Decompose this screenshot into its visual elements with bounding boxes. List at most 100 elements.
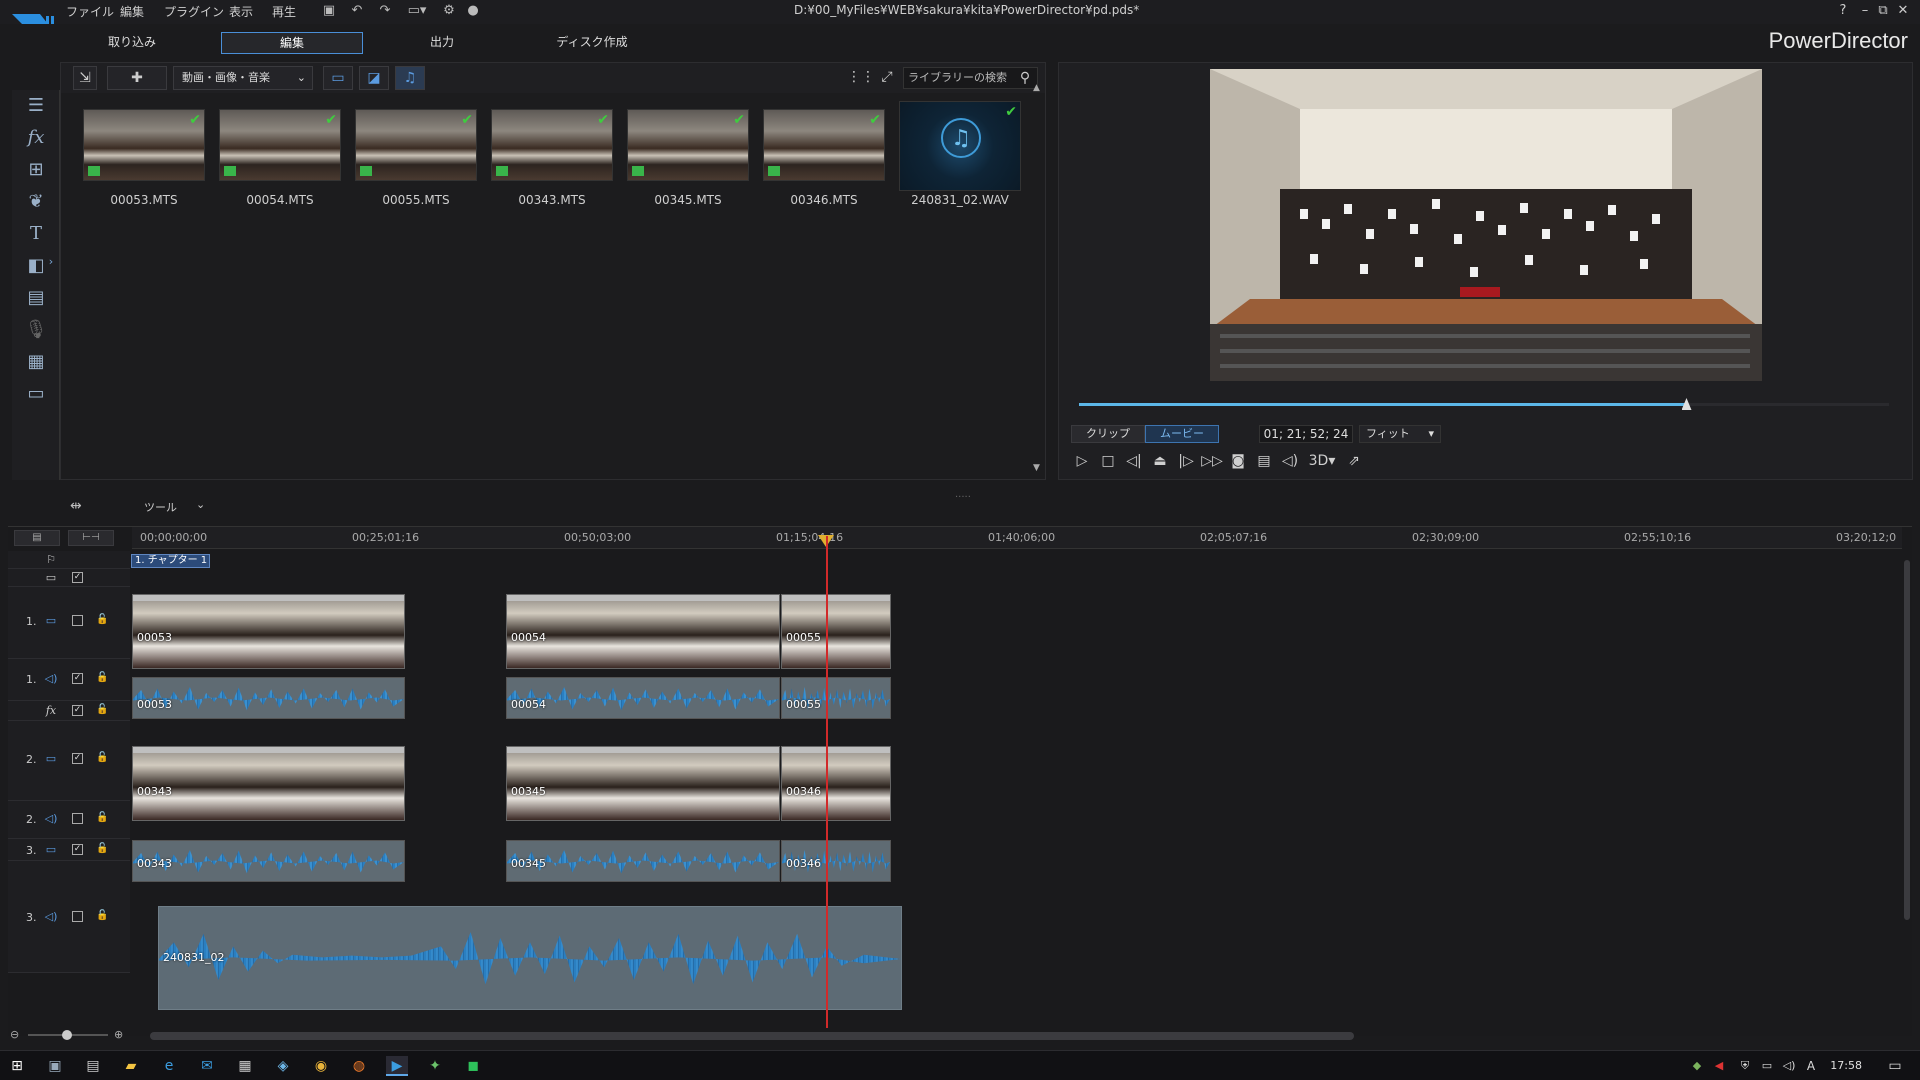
help-button[interactable]: ? xyxy=(1834,3,1852,19)
next-frame-icon[interactable]: |▷ xyxy=(1175,451,1197,471)
menu-edit[interactable]: 編集 xyxy=(120,3,144,20)
tab-create-disc[interactable]: ディスク作成 xyxy=(522,32,662,54)
library-item[interactable]: ✔ xyxy=(627,109,749,181)
preview-seek-bar[interactable] xyxy=(1079,398,1889,410)
chapter-room-icon[interactable]: ▦ xyxy=(22,350,50,374)
splitter-grip-icon[interactable]: ····· xyxy=(955,492,971,503)
chapter-marker[interactable]: 1. チャプター 1 xyxy=(131,554,210,568)
scroll-down-icon[interactable]: ▼ xyxy=(1033,463,1040,473)
save-icon[interactable]: ▣ xyxy=(320,3,338,19)
speaker-icon[interactable]: ◁) xyxy=(1778,1056,1800,1076)
track-enable-checkbox[interactable] xyxy=(72,911,83,922)
media-room-icon[interactable]: ☰ xyxy=(22,94,50,118)
undo-icon[interactable]: ↶ xyxy=(348,3,366,19)
app-icon[interactable]: ✦ xyxy=(424,1056,446,1076)
library-item[interactable]: ✔ xyxy=(763,109,885,181)
video-clip[interactable]: 00345 xyxy=(506,746,780,821)
video-clip[interactable]: 00055 xyxy=(781,594,891,669)
zoom-fit-select[interactable]: フィット ▾ xyxy=(1359,425,1441,443)
movie-mode-tab[interactable]: ムービー xyxy=(1145,425,1219,443)
aspect-ratio-icon[interactable]: ▭▾ xyxy=(404,3,430,19)
pip-objects-icon[interactable]: ⊞ xyxy=(22,158,50,182)
snapshot-camera-icon[interactable]: ◙ xyxy=(1227,451,1249,471)
edge-browser-icon[interactable]: e xyxy=(158,1056,180,1076)
clip-mode-tab[interactable]: クリップ xyxy=(1071,425,1145,443)
windows-start-icon[interactable]: ⊞ xyxy=(6,1056,28,1076)
audio-clip[interactable]: 00054 xyxy=(506,677,780,719)
effect-room-icon[interactable]: fx xyxy=(22,126,50,150)
split-icon[interactable]: ⏏ xyxy=(1149,451,1171,471)
lock-icon[interactable]: 🔓 xyxy=(96,812,108,824)
powerdirector-taskbar-icon[interactable]: ▶ xyxy=(386,1056,408,1076)
voice-over-icon[interactable]: 🎙 xyxy=(22,318,50,342)
audio-mixing-icon[interactable]: ▤ xyxy=(22,286,50,310)
network-icon[interactable]: ▭ xyxy=(1756,1056,1778,1076)
track-enable-checkbox[interactable]: ✓ xyxy=(72,673,83,684)
tab-capture[interactable]: 取り込み xyxy=(62,32,202,54)
audio-clip[interactable]: 00345 xyxy=(506,840,780,882)
tray-app-icon[interactable]: ◆ xyxy=(1686,1056,1708,1076)
plugin-icon[interactable]: ✚ xyxy=(107,66,167,90)
enlarge-library-icon[interactable]: ⤢ xyxy=(875,66,899,90)
undock-preview-icon[interactable]: ⇗ xyxy=(1343,451,1365,471)
line-app-icon[interactable]: ◼ xyxy=(462,1056,484,1076)
audio-clip[interactable]: 00053 xyxy=(132,677,405,719)
chrome-browser-icon[interactable]: ◉ xyxy=(310,1056,332,1076)
taskbar-clock[interactable]: 17:58 xyxy=(1830,1059,1862,1072)
video-clip[interactable]: 00346 xyxy=(781,746,891,821)
playhead-line[interactable] xyxy=(826,536,828,1028)
menu-playback[interactable]: 再生 xyxy=(272,3,296,20)
audio-clip[interactable]: 00346 xyxy=(781,840,891,882)
stop-icon[interactable]: □ xyxy=(1097,451,1119,471)
chevron-down-icon[interactable]: ⌄ xyxy=(196,498,205,511)
volume-icon[interactable]: ◁) xyxy=(1279,451,1301,471)
lock-icon[interactable]: 🔓 xyxy=(96,614,108,626)
subtitle-room-icon[interactable]: ▭ xyxy=(22,382,50,406)
subtitle-icon[interactable]: ▤ xyxy=(1253,451,1275,471)
account-icon[interactable]: ● xyxy=(464,3,482,19)
redo-icon[interactable]: ↷ xyxy=(376,3,394,19)
audio-clip[interactable]: 00055 xyxy=(781,677,891,719)
zoom-out-icon[interactable]: ⊖ xyxy=(10,1028,19,1041)
lock-icon[interactable]: 🔓 xyxy=(96,910,108,922)
lock-icon[interactable]: 🔓 xyxy=(96,843,108,855)
expand-panel-icon[interactable]: › xyxy=(46,250,56,274)
play-icon[interactable]: ▷ xyxy=(1071,451,1093,471)
filter-video-icon[interactable]: ▭ xyxy=(323,66,353,90)
fast-forward-icon[interactable]: ▷▷ xyxy=(1201,451,1223,471)
timecode-field[interactable]: 01; 21; 52; 24 xyxy=(1259,425,1353,443)
track-enable-checkbox[interactable]: ✓ xyxy=(72,753,83,764)
previous-frame-icon[interactable]: ◁| xyxy=(1123,451,1145,471)
timeline-view-icon[interactable]: ⊢⊣ xyxy=(68,530,114,546)
video-clip[interactable]: 00053 xyxy=(132,594,405,669)
media-type-filter[interactable]: 動画・画像・音楽 ⌄ xyxy=(173,66,313,90)
zoom-in-icon[interactable]: ⊕ xyxy=(114,1028,123,1041)
scroll-up-icon[interactable]: ▲ xyxy=(1033,83,1040,93)
threed-toggle[interactable]: 3D▾ xyxy=(1307,451,1337,471)
ime-mode-icon[interactable]: A xyxy=(1800,1056,1822,1076)
track-enable-checkbox[interactable]: ✓ xyxy=(72,844,83,855)
close-button[interactable]: ✕ xyxy=(1894,3,1912,19)
library-scrollbar[interactable]: ▲ ▼ xyxy=(1033,83,1043,473)
tray-security-icon[interactable]: ⛨ xyxy=(1734,1056,1756,1076)
subtitle-track-checkbox[interactable]: ✓ xyxy=(72,572,83,583)
task-view-icon[interactable]: ▣ xyxy=(44,1056,66,1076)
tools-menu[interactable]: ツール xyxy=(144,499,177,515)
timeline-vertical-scrollbar[interactable] xyxy=(1904,560,1910,920)
particle-room-icon[interactable]: ❦ xyxy=(22,190,50,214)
tray-shield-icon[interactable]: ◀ xyxy=(1708,1056,1730,1076)
lock-icon[interactable]: 🔓 xyxy=(96,704,108,716)
settings-gear-icon[interactable]: ⚙ xyxy=(440,3,458,19)
video-clip[interactable]: 00054 xyxy=(506,594,780,669)
firefox-browser-icon[interactable]: ◍ xyxy=(348,1056,370,1076)
audio-clip[interactable]: 240831_02 xyxy=(158,906,902,1010)
calculator-icon[interactable]: ▦ xyxy=(234,1056,256,1076)
minimize-button[interactable]: – xyxy=(1856,3,1874,19)
library-item[interactable]: ✔ xyxy=(83,109,205,181)
filter-audio-icon[interactable]: ♫ xyxy=(395,66,425,90)
track-enable-checkbox[interactable] xyxy=(72,813,83,824)
calculator-app-icon[interactable]: ▤ xyxy=(82,1056,104,1076)
library-item-audio[interactable]: ♫ ✔ xyxy=(899,101,1021,191)
filter-image-icon[interactable]: ◪ xyxy=(359,66,389,90)
library-item[interactable]: ✔ xyxy=(491,109,613,181)
